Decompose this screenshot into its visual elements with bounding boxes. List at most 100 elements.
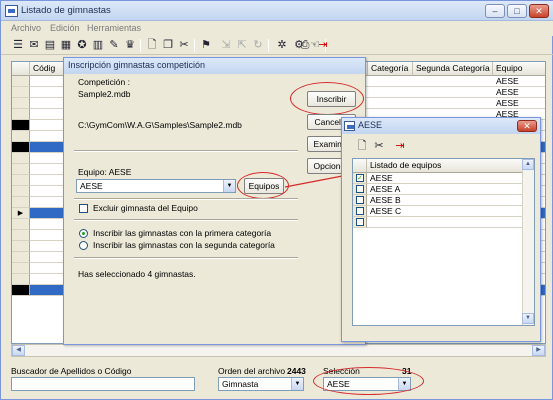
- cell-equipo: AESE: [496, 76, 519, 86]
- toolbar: ☰ ✉ ▤ ▦ ✪ ▥ ✎ ♛ 🗋 ❐ ✂ ⚑ ⇲ ⇱ ↻ ✲ ⚙ ☜ ⎙ ⇥: [1, 36, 553, 55]
- horizontal-scrollbar[interactable]: ◀ ▶: [11, 344, 546, 357]
- row-header[interactable]: [12, 285, 30, 296]
- tools-icon[interactable]: ✲: [274, 37, 290, 53]
- row-header[interactable]: [12, 219, 30, 230]
- award-icon[interactable]: ✪: [74, 37, 90, 53]
- row-header[interactable]: [12, 109, 30, 120]
- row-header[interactable]: [12, 153, 30, 164]
- new-document-icon[interactable]: 🗋: [354, 138, 370, 154]
- list-icon[interactable]: ☰: [10, 37, 26, 53]
- team-label: AESE C: [370, 206, 402, 216]
- team-checkbox[interactable]: ✓: [356, 174, 364, 182]
- col-header-categoria[interactable]: Categoría: [368, 62, 413, 76]
- menu-herramientas[interactable]: Herramientas: [87, 23, 141, 33]
- row-header[interactable]: [12, 197, 30, 208]
- minimize-button[interactable]: –: [485, 4, 505, 18]
- teams-window-title: AESE: [342, 118, 540, 134]
- team-label: AESE A: [370, 184, 401, 194]
- separator: [74, 150, 298, 152]
- flag-icon[interactable]: ⚑: [198, 37, 214, 53]
- order-count: 2443: [287, 366, 306, 376]
- window-title: Listado de gimnastas: [21, 5, 111, 16]
- grid-icon[interactable]: ▦: [58, 37, 74, 53]
- row-header[interactable]: [12, 87, 30, 98]
- chevron-down-icon[interactable]: ▼: [291, 378, 303, 390]
- teams-window: AESE ✕ 🗋 ✂ ⇥ Listado de equipos ✓ AESE AES…: [341, 117, 541, 342]
- radio-primera-label: Inscribir las gimnastas con la primera c…: [93, 228, 272, 238]
- separator: [74, 198, 298, 200]
- row-header[interactable]: [12, 230, 30, 241]
- team-checkbox[interactable]: [356, 207, 364, 215]
- row-header[interactable]: [12, 186, 30, 197]
- team-label: Equipo: AESE: [78, 167, 132, 177]
- separator: [74, 257, 298, 259]
- teams-list-corner: [353, 159, 367, 173]
- menu-edicion[interactable]: Edición: [50, 23, 80, 33]
- chevron-down-icon[interactable]: ▼: [223, 180, 235, 192]
- team-checkbox[interactable]: [356, 196, 364, 204]
- team-label: [370, 217, 520, 228]
- row-header[interactable]: [12, 76, 30, 87]
- trophy-icon[interactable]: ♛: [122, 37, 138, 53]
- row-header[interactable]: [12, 274, 30, 285]
- row-header[interactable]: [12, 241, 30, 252]
- scroll-up-icon[interactable]: ▲: [522, 159, 534, 170]
- team-checkbox[interactable]: [356, 185, 364, 193]
- cell-equipo: AESE: [496, 98, 519, 108]
- card-icon[interactable]: ▤: [42, 37, 58, 53]
- row-header[interactable]: ▶: [12, 208, 30, 219]
- close-button[interactable]: ✕: [529, 4, 549, 18]
- row-header[interactable]: [12, 252, 30, 263]
- copy-icon[interactable]: ❐: [160, 37, 176, 53]
- dialog-title: Inscripción gimnastas competición: [64, 58, 365, 74]
- scroll-left-icon[interactable]: ◀: [12, 345, 25, 356]
- radio-primera-categoria[interactable]: [79, 229, 88, 238]
- print-icon[interactable]: ⎙: [297, 37, 313, 53]
- annotation-ellipse-inscribir: [290, 82, 364, 115]
- exit-icon[interactable]: ⇥: [315, 37, 331, 53]
- mail-icon[interactable]: ✉: [26, 37, 42, 53]
- row-header[interactable]: [12, 131, 30, 142]
- search-input[interactable]: [11, 377, 195, 391]
- cut-icon[interactable]: ✂: [176, 37, 192, 53]
- competition-path: C:\GymCom\W.A.G\Samples\Sample2.mdb: [78, 120, 242, 130]
- team-select[interactable]: AESE ▼: [76, 179, 236, 193]
- row-header[interactable]: [12, 142, 30, 153]
- order-select[interactable]: Gimnasta ▼: [218, 377, 304, 391]
- scroll-right-icon[interactable]: ▶: [532, 345, 545, 356]
- teams-list[interactable]: Listado de equipos ✓ AESE AESE A AESE B AESE…: [352, 158, 535, 326]
- import-icon[interactable]: ⇲: [218, 37, 234, 53]
- refresh-icon[interactable]: ↻: [250, 37, 266, 53]
- exclude-checkbox[interactable]: [79, 204, 88, 213]
- menu-archivo[interactable]: Archivo: [11, 23, 41, 33]
- row-header[interactable]: [12, 98, 30, 109]
- cut-icon[interactable]: ✂: [371, 138, 387, 154]
- export-icon[interactable]: ⇱: [234, 37, 250, 53]
- annotation-ellipse-selection: [313, 367, 424, 395]
- exit-icon[interactable]: ⇥: [392, 138, 408, 154]
- chart-icon[interactable]: ▥: [90, 37, 106, 53]
- row-header[interactable]: [12, 120, 30, 131]
- team-checkbox[interactable]: [356, 218, 364, 226]
- maximize-button[interactable]: □: [507, 4, 527, 18]
- radio-segunda-label: Inscribir las gimnastas con la segunda c…: [93, 240, 275, 250]
- toolbar-separator: [268, 39, 269, 52]
- teams-vertical-scrollbar[interactable]: ▲ ▼: [522, 159, 534, 325]
- grid-corner: [12, 62, 30, 76]
- row-header[interactable]: [12, 164, 30, 175]
- exclude-label: Excluir gimnasta del Equipo: [93, 203, 198, 213]
- title-bar: Listado de gimnastas – □ ✕: [1, 1, 553, 21]
- teams-close-button[interactable]: ✕: [517, 120, 537, 132]
- teams-list-header[interactable]: Listado de equipos: [367, 159, 524, 173]
- scroll-down-icon[interactable]: ▼: [522, 313, 534, 324]
- new-document-icon[interactable]: 🗋: [144, 37, 160, 53]
- competition-label: Competición :: [78, 77, 130, 87]
- edit-icon[interactable]: ✎: [106, 37, 122, 53]
- col-header-segunda-categoria[interactable]: Segunda Categoría: [413, 62, 493, 76]
- col-header-equipo[interactable]: Equipo: [493, 62, 545, 76]
- row-header[interactable]: [12, 263, 30, 274]
- row-header[interactable]: [12, 175, 30, 186]
- radio-segunda-categoria[interactable]: [79, 241, 88, 250]
- team-label: AESE B: [370, 195, 401, 205]
- selection-summary: Has seleccionado 4 gimnastas.: [78, 269, 196, 279]
